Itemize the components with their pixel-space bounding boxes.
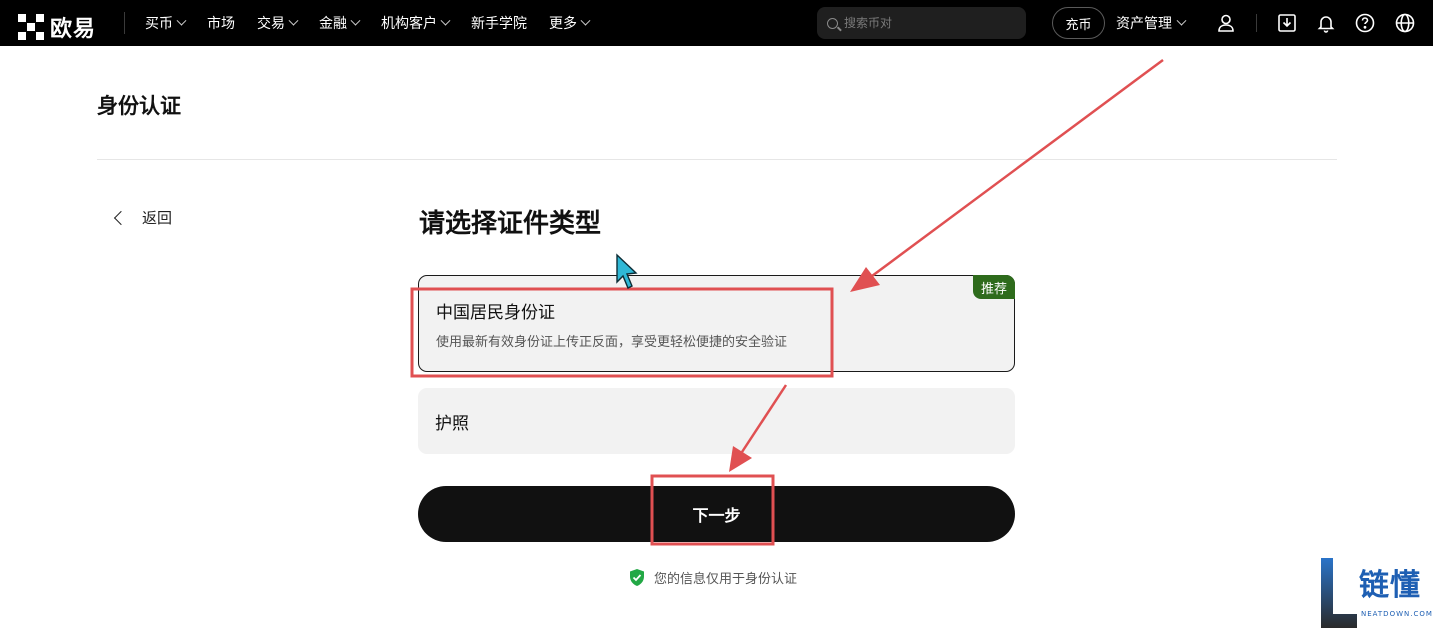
page-title: 身份认证: [97, 94, 181, 118]
back-link[interactable]: 返回: [112, 207, 172, 228]
nav-more[interactable]: 更多: [549, 13, 591, 33]
watermark-subtext: NEATDOWN.COM: [1361, 610, 1433, 618]
nav-buy-crypto[interactable]: 买币: [145, 13, 187, 33]
chevron-down-icon: [350, 15, 361, 26]
chevron-down-icon: [176, 15, 187, 26]
recommended-badge: 推荐: [972, 275, 1015, 299]
document-type-heading: 请选择证件类型: [419, 209, 602, 239]
nav-finance[interactable]: 金融: [319, 13, 361, 33]
chevron-down-icon: [288, 15, 299, 26]
option-title: 护照: [435, 414, 469, 434]
title-divider: [97, 159, 1337, 160]
header-separator: [1256, 14, 1257, 32]
search-icon: [827, 17, 838, 29]
nav-label: 更多: [549, 16, 577, 32]
nav-learn[interactable]: 新手学院: [471, 13, 527, 33]
help-icon[interactable]: [1354, 12, 1376, 34]
logo-text: 欧易: [50, 17, 97, 42]
option-passport[interactable]: 护照: [418, 388, 1015, 454]
nav-label: 机构客户: [381, 16, 437, 32]
search-box[interactable]: [817, 7, 1026, 39]
nav-markets[interactable]: 市场: [207, 13, 235, 33]
privacy-text: 您的信息仅用于身份认证: [654, 572, 798, 587]
option-description: 使用最新有效身份证上传正反面，享受更轻松便捷的安全验证: [436, 335, 788, 350]
nav-label: 买币: [145, 16, 173, 32]
watermark-text: 链懂: [1359, 568, 1421, 603]
download-icon[interactable]: [1276, 12, 1298, 34]
nav-label: 市场: [207, 16, 235, 32]
chevron-left-icon: [113, 210, 129, 225]
option-title: 中国居民身份证: [436, 303, 555, 323]
search-input[interactable]: [844, 16, 1014, 30]
privacy-note: 您的信息仅用于身份认证: [628, 568, 797, 587]
header-divider: [124, 12, 125, 34]
user-icon[interactable]: [1215, 12, 1237, 34]
globe-icon[interactable]: [1394, 12, 1416, 34]
back-label: 返回: [142, 209, 173, 227]
watermark-logo: 链懂 NEATDOWN.COM: [1319, 558, 1433, 628]
okx-logo[interactable]: 欧易: [18, 11, 96, 43]
top-navigation-bar: 欧易 买币 市场 交易 金融 机构客户 新手学院 更多 充币 资产管理: [0, 0, 1433, 46]
main-nav: 买币 市场 交易 金融 机构客户 新手学院 更多: [145, 0, 611, 46]
assets-menu[interactable]: 资产管理: [1116, 0, 1187, 46]
nav-label: 交易: [257, 16, 285, 32]
bell-icon[interactable]: [1315, 12, 1337, 34]
nav-label: 新手学院: [471, 16, 527, 32]
annotation-arrow-line: [871, 58, 1164, 278]
shield-check-icon: [630, 569, 644, 586]
nav-trade[interactable]: 交易: [257, 13, 299, 33]
deposit-button[interactable]: 充币: [1052, 7, 1105, 39]
option-chinese-id-card[interactable]: 推荐 中国居民身份证 使用最新有效身份证上传正反面，享受更轻松便捷的安全验证: [418, 275, 1015, 372]
logo-mark-icon: [18, 14, 44, 40]
chevron-down-icon: [1176, 15, 1187, 26]
nav-label: 金融: [319, 16, 347, 32]
nav-institutional[interactable]: 机构客户: [381, 13, 451, 33]
chevron-down-icon: [440, 15, 451, 26]
assets-label: 资产管理: [1116, 16, 1172, 32]
watermark-l-icon: [1321, 558, 1357, 628]
next-step-button[interactable]: 下一步: [418, 486, 1015, 542]
chevron-down-icon: [580, 15, 591, 26]
